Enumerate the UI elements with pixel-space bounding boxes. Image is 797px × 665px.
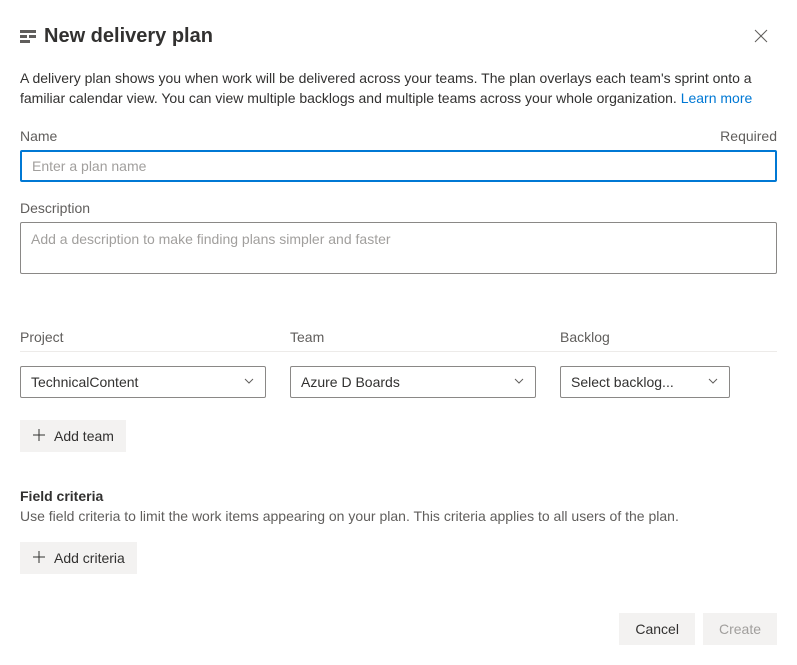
plan-description-input[interactable] <box>20 222 777 274</box>
dialog-title: New delivery plan <box>44 25 213 48</box>
team-row: TechnicalContent Azure D Boards Select b… <box>20 366 777 398</box>
add-criteria-button[interactable]: Add criteria <box>20 542 137 574</box>
plus-icon <box>32 550 46 567</box>
dialog-header: New delivery plan <box>20 20 777 52</box>
add-team-button[interactable]: Add team <box>20 420 126 452</box>
team-column-label: Team <box>290 329 536 345</box>
field-criteria-title: Field criteria <box>20 488 777 504</box>
add-criteria-label: Add criteria <box>54 550 125 566</box>
required-label: Required <box>720 128 777 144</box>
plan-name-input[interactable] <box>20 150 777 182</box>
add-team-label: Add team <box>54 428 114 444</box>
intro-body: A delivery plan shows you when work will… <box>20 70 752 106</box>
name-label: Name <box>20 128 57 144</box>
chevron-down-icon <box>513 374 525 390</box>
header-left: New delivery plan <box>20 25 213 48</box>
intro-text: A delivery plan shows you when work will… <box>20 68 777 108</box>
backlog-dropdown-value: Select backlog... <box>571 374 674 390</box>
project-column-label: Project <box>20 329 266 345</box>
chevron-down-icon <box>707 374 719 390</box>
team-row-divider <box>20 351 777 352</box>
close-button[interactable] <box>745 20 777 52</box>
dialog-footer: Cancel Create <box>619 613 777 645</box>
close-icon <box>754 29 768 43</box>
chevron-down-icon <box>243 374 255 390</box>
learn-more-link[interactable]: Learn more <box>681 90 753 106</box>
team-dropdown-value: Azure D Boards <box>301 374 400 390</box>
team-columns-header: Project Team Backlog <box>20 329 777 345</box>
backlog-column-label: Backlog <box>560 329 730 345</box>
project-dropdown-value: TechnicalContent <box>31 374 138 390</box>
team-dropdown[interactable]: Azure D Boards <box>290 366 536 398</box>
name-label-row: Name Required <box>20 128 777 144</box>
cancel-button[interactable]: Cancel <box>619 613 695 645</box>
project-dropdown[interactable]: TechnicalContent <box>20 366 266 398</box>
field-criteria-desc: Use field criteria to limit the work ite… <box>20 508 777 524</box>
create-button[interactable]: Create <box>703 613 777 645</box>
plus-icon <box>32 428 46 445</box>
backlog-dropdown[interactable]: Select backlog... <box>560 366 730 398</box>
description-label: Description <box>20 200 777 216</box>
delivery-plan-icon <box>20 29 36 43</box>
